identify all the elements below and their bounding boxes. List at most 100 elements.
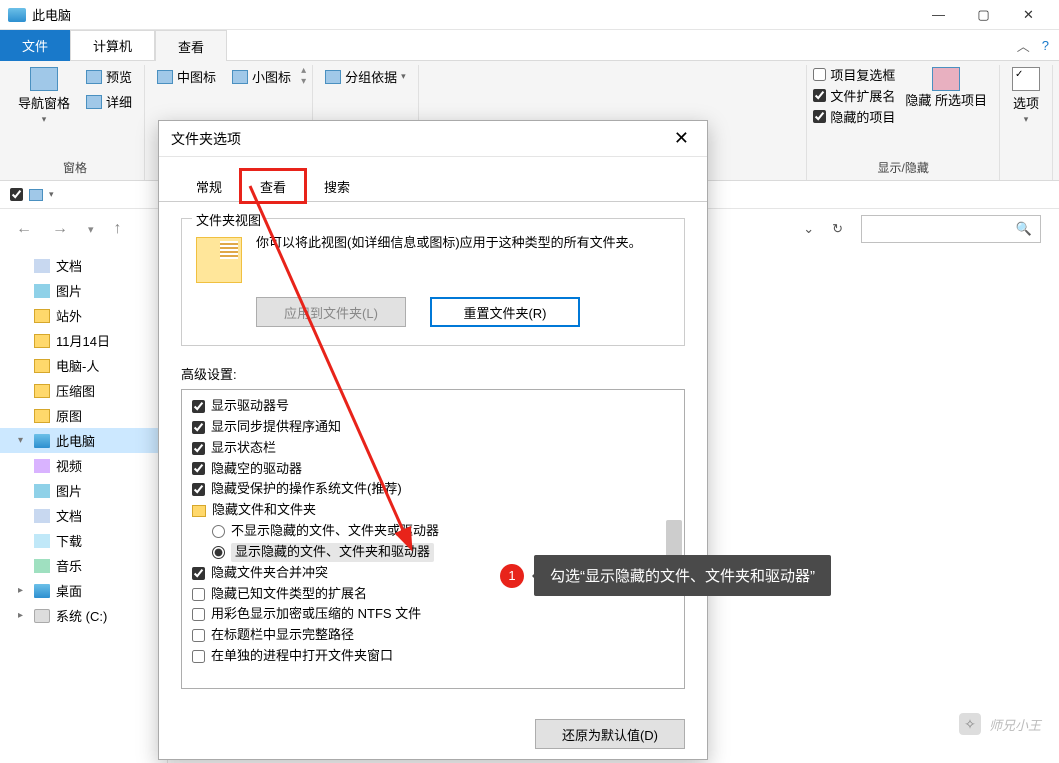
tree-item-label: 此电脑 <box>56 431 95 450</box>
pic-icon <box>34 284 50 298</box>
pc-icon <box>8 8 26 22</box>
dialog-tab-search[interactable]: 搜索 <box>305 170 369 202</box>
adv-hide-extensions[interactable] <box>192 588 205 601</box>
file-ext-label: 文件扩展名 <box>830 86 895 105</box>
chevron-down-icon: ▾ <box>1024 114 1029 125</box>
search-input[interactable]: 🔍 <box>861 215 1041 243</box>
restore-defaults-button[interactable]: 还原为默认值(D) <box>535 719 685 749</box>
refresh-button[interactable]: ↻ <box>822 221 853 237</box>
preview-icon <box>86 70 102 84</box>
dialog-tab-view[interactable]: 查看 <box>241 170 305 202</box>
tree-item-桌面[interactable]: ▸桌面 <box>0 578 167 603</box>
small-icons-button[interactable]: 小图标 <box>226 65 297 88</box>
tree-item-系统 (C:)[interactable]: ▸ 系统 (C:) <box>0 603 167 628</box>
tree-item-11月14日[interactable]: 11月14日 <box>0 328 167 353</box>
adv-full-path-title[interactable] <box>192 629 205 642</box>
tree-item-图片[interactable]: 图片 <box>0 278 167 303</box>
ribbon-collapse-icon[interactable]: ︿ <box>1017 36 1030 55</box>
adv-radio-dont-show-hidden[interactable] <box>212 525 225 538</box>
chevron-down-icon[interactable]: ▾ <box>49 189 54 200</box>
forward-button[interactable]: → <box>46 220 74 238</box>
adv-hide-protected[interactable] <box>192 483 205 496</box>
folder-icon <box>34 334 50 348</box>
small-icons-icon <box>232 70 248 84</box>
folder-icon <box>34 409 50 423</box>
file-ext-toggle[interactable]: 文件扩展名 <box>813 86 895 105</box>
up-button[interactable]: ↑ <box>108 220 128 238</box>
tab-computer[interactable]: 计算机 <box>70 30 155 61</box>
small-icons-label: 小图标 <box>252 67 291 86</box>
hide-selected-icon <box>932 67 960 91</box>
qa-checkbox[interactable] <box>10 188 23 201</box>
tree-item-站外[interactable]: 站外 <box>0 303 167 328</box>
medium-icons-label: 中图标 <box>177 67 216 86</box>
tree-item-此电脑[interactable]: ▾ 此电脑 <box>0 428 167 453</box>
tree-item-label: 压缩图 <box>56 381 95 400</box>
pc-icon <box>34 434 50 448</box>
group-by-button[interactable]: 分组依据▾ <box>319 65 412 88</box>
tree-item-label: 电脑-人 <box>56 356 99 375</box>
tree-item-电脑-人[interactable]: 电脑-人 <box>0 353 167 378</box>
adv-color-ntfs[interactable] <box>192 608 205 621</box>
nav-pane-icon <box>30 67 58 91</box>
wechat-icon: ✧ <box>959 713 981 735</box>
tree-item-原图[interactable]: 原图 <box>0 403 167 428</box>
recent-dropdown[interactable]: ▾ <box>82 223 100 236</box>
music-icon <box>34 559 50 573</box>
expand-icon[interactable]: ▸ <box>18 585 28 596</box>
tree-item-视频[interactable]: 视频 <box>0 453 167 478</box>
tab-view[interactable]: 查看 <box>155 30 227 61</box>
folder-views-group: 文件夹视图 你可以将此视图(如详细信息或图标)应用于这种类型的所有文件夹。 应用… <box>181 218 685 346</box>
hide-selected-button[interactable]: 隐藏 所选项目 <box>899 65 993 111</box>
advanced-settings-label: 高级设置: <box>181 364 685 383</box>
nav-pane-label: 导航窗格 <box>18 93 70 112</box>
details-pane-icon <box>86 95 102 109</box>
tab-file[interactable]: 文件 <box>0 30 70 61</box>
drive-icon <box>34 609 50 623</box>
tree-item-压缩图[interactable]: 压缩图 <box>0 378 167 403</box>
expand-icon[interactable]: ▾ <box>18 435 28 446</box>
dialog-title: 文件夹选项 <box>171 129 668 149</box>
options-label: 选项 <box>1013 93 1039 112</box>
dialog-close-button[interactable]: ✕ <box>668 128 695 149</box>
dialog-tab-general[interactable]: 常规 <box>177 170 241 202</box>
options-button[interactable]: ✓ 选项 ▾ <box>1006 65 1046 127</box>
watermark: ✧ 师兄小王 <box>959 713 1041 735</box>
adv-merge-conflict[interactable] <box>192 567 205 580</box>
tree-item-文档[interactable]: 文档 <box>0 503 167 528</box>
folder-icon <box>34 309 50 323</box>
maximize-button[interactable]: ▢ <box>961 0 1006 30</box>
ribbon-tabs: 文件 计算机 查看 ︿ ? <box>0 30 1059 61</box>
reset-folders-button[interactable]: 重置文件夹(R) <box>430 297 580 327</box>
details-pane-button[interactable]: 详细 <box>80 90 138 113</box>
adv-separate-process[interactable] <box>192 650 205 663</box>
adv-hide-empty-drives[interactable] <box>192 462 205 475</box>
preview-label: 预览 <box>106 67 132 86</box>
tree-item-下载[interactable]: 下载 <box>0 528 167 553</box>
hidden-items-toggle[interactable]: 隐藏的项目 <box>813 107 895 126</box>
advanced-settings-list[interactable]: 显示驱动器号 显示同步提供程序通知 显示状态栏 隐藏空的驱动器 隐藏受保护的操作… <box>181 389 685 689</box>
adv-radio-show-hidden[interactable] <box>212 546 225 559</box>
adv-status-bar[interactable] <box>192 442 205 455</box>
tree-item-图片[interactable]: 图片 <box>0 478 167 503</box>
tree-item-音乐[interactable]: 音乐 <box>0 553 167 578</box>
apply-to-folders-button[interactable]: 应用到文件夹(L) <box>256 297 406 327</box>
address-dropdown-icon[interactable]: ⌄ <box>803 221 814 237</box>
expand-icon[interactable]: ▸ <box>18 610 28 621</box>
tree-item-label: 系统 (C:) <box>56 606 107 625</box>
medium-icons-button[interactable]: 中图标 <box>151 65 222 88</box>
folder-icon <box>192 505 206 517</box>
back-button[interactable]: ← <box>10 220 38 238</box>
minimize-button[interactable]: — <box>916 0 961 30</box>
nav-tree[interactable]: 文档图片站外11月14日电脑-人压缩图原图▾此电脑视频图片文档下载音乐▸桌面▸系… <box>0 249 168 763</box>
adv-sync-provider[interactable] <box>192 421 205 434</box>
help-icon[interactable]: ? <box>1042 38 1049 53</box>
nav-pane-button[interactable]: 导航窗格 ▾ <box>12 65 76 127</box>
preview-pane-button[interactable]: 预览 <box>80 65 138 88</box>
close-button[interactable]: ✕ <box>1006 0 1051 30</box>
adv-show-drive-letter[interactable] <box>192 400 205 413</box>
tree-item-label: 站外 <box>56 306 82 325</box>
tree-item-文档[interactable]: 文档 <box>0 253 167 278</box>
options-icon: ✓ <box>1012 67 1040 91</box>
item-checkbox-toggle[interactable]: 项目复选框 <box>813 65 895 84</box>
